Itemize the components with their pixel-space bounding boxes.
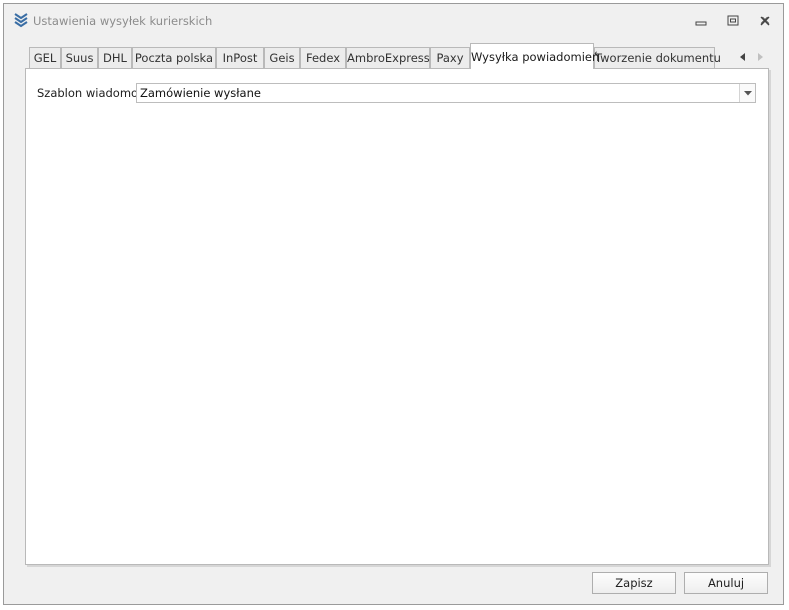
window-title: Ustawienia wysyłek kurierskich bbox=[33, 14, 213, 28]
tab-gel[interactable]: GEL bbox=[29, 47, 61, 68]
cancel-button[interactable]: Anuluj bbox=[684, 572, 768, 594]
tab-poczta-polska[interactable]: Poczta polska bbox=[132, 47, 216, 68]
dropdown-button[interactable] bbox=[739, 84, 755, 102]
tab-paxy[interactable]: Paxy bbox=[430, 47, 470, 68]
maximize-icon[interactable] bbox=[726, 14, 740, 28]
tab-ambroexpress[interactable]: AmbroExpress bbox=[346, 47, 430, 68]
tab-dhl[interactable]: DHL bbox=[98, 47, 132, 68]
carrier-tabs: GEL Suus DHL Poczta polska InPost Geis F… bbox=[25, 43, 769, 70]
chevron-down-icon bbox=[744, 91, 752, 96]
tab-wysylka-powiadomien[interactable]: Wysyłka powiadomień bbox=[470, 43, 599, 69]
tab-tworzenie-dokumentu[interactable]: Tworzenie dokumentu bbox=[594, 47, 721, 68]
settings-window: Ustawienia wysyłek kurierskich GEL Suus … bbox=[3, 3, 784, 605]
arrow-right-icon[interactable] bbox=[756, 51, 764, 61]
tab-fedex[interactable]: Fedex bbox=[300, 47, 346, 68]
tab-inpost[interactable]: InPost bbox=[216, 47, 264, 68]
chevrons-down-icon bbox=[14, 12, 28, 28]
close-icon[interactable] bbox=[758, 14, 772, 28]
template-select-value: Zamówienie wysłane bbox=[140, 86, 261, 100]
save-button[interactable]: Zapisz bbox=[592, 572, 676, 594]
title-bar: Ustawienia wysyłek kurierskich bbox=[4, 4, 783, 38]
minimize-icon[interactable] bbox=[694, 14, 708, 28]
tab-suus[interactable]: Suus bbox=[61, 47, 98, 68]
tab-geis[interactable]: Geis bbox=[264, 47, 300, 68]
tab-content-panel: Szablon wiadomości Zamówienie wysłane bbox=[25, 68, 769, 565]
arrow-left-icon[interactable] bbox=[739, 51, 747, 61]
template-select[interactable]: Zamówienie wysłane bbox=[136, 83, 756, 103]
